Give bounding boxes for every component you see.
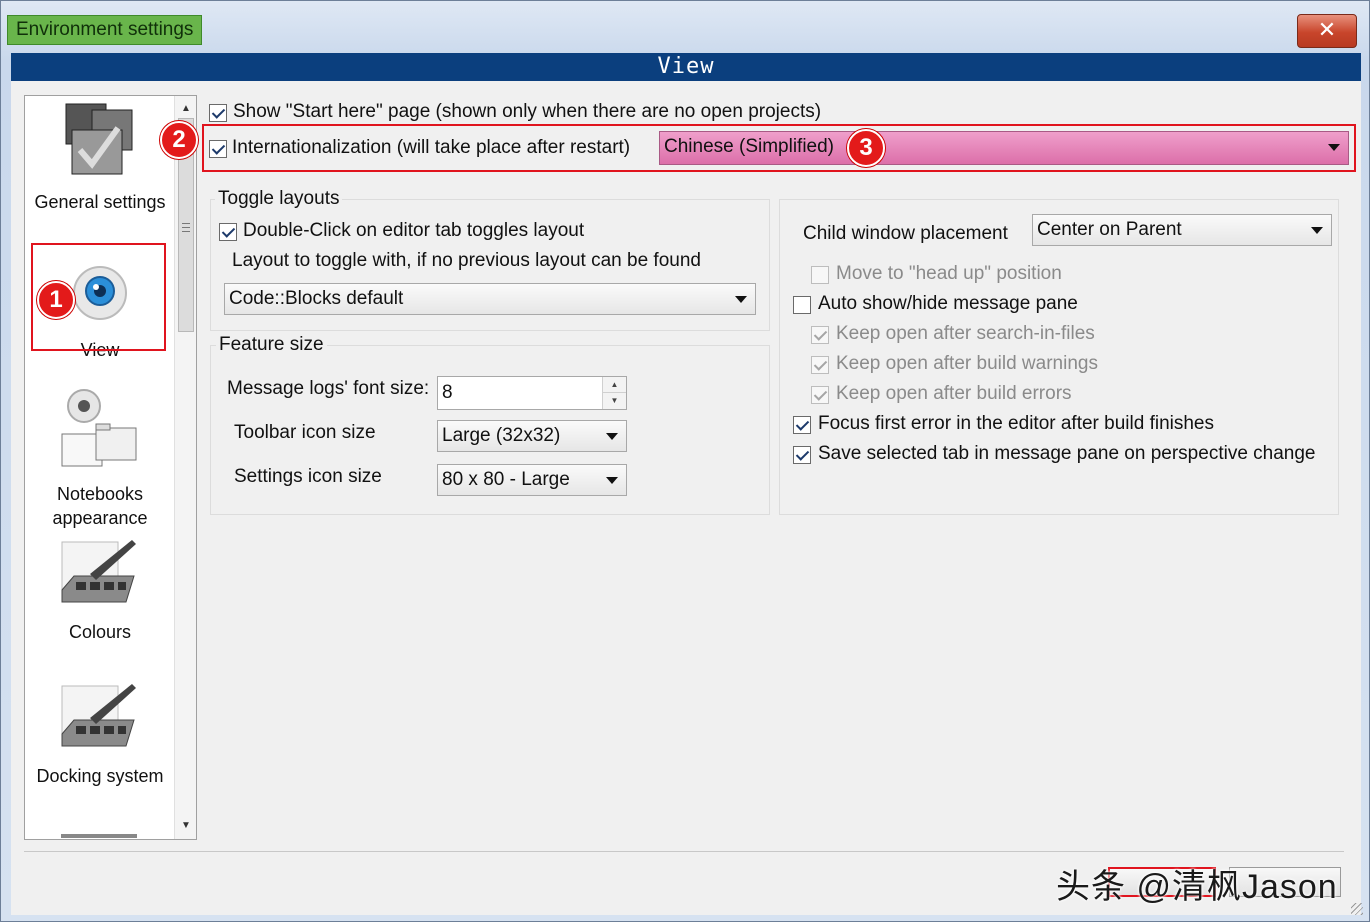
move-head-up-checkbox[interactable] <box>811 266 829 284</box>
settings-icon-size-value: 80 x 80 - Large <box>442 469 570 490</box>
page-title: View <box>11 53 1361 81</box>
resize-grip-icon[interactable] <box>1351 903 1363 915</box>
checkbox-cube-icon <box>65 103 133 175</box>
show-start-here-checkbox[interactable] <box>209 104 227 122</box>
close-button[interactable]: ✕ <box>1297 14 1357 48</box>
layout-select[interactable]: Code::Blocks default <box>224 283 756 315</box>
chevron-down-icon[interactable] <box>606 433 618 440</box>
scroll-up-icon[interactable]: ▲ <box>175 100 196 118</box>
feature-size-title: Feature size <box>216 334 327 356</box>
sidebar-item-colours[interactable]: Colours <box>25 538 175 644</box>
annotation-badge-2: 2 <box>160 121 198 159</box>
font-size-stepper[interactable]: 8 ▲ ▼ <box>437 376 627 410</box>
watermark-text: 头条 @清枫Jason <box>1056 868 1338 906</box>
child-window-placement-select[interactable]: Center on Parent <box>1032 214 1332 246</box>
keep-open-warnings-checkbox[interactable] <box>811 356 829 374</box>
palette-brush-icon <box>61 684 136 747</box>
settings-icon-size-label: Settings icon size <box>234 466 382 487</box>
chevron-down-icon[interactable] <box>606 477 618 484</box>
language-select[interactable]: Chinese (Simplified) <box>659 131 1349 165</box>
focus-first-error-checkbox[interactable] <box>793 416 811 434</box>
toolbar-icon-size-label: Toolbar icon size <box>234 422 376 443</box>
grip-line <box>182 227 190 228</box>
sidebar-item-general-settings[interactable]: General settings <box>25 100 175 214</box>
auto-show-hide-label: Auto show/hide message pane <box>818 293 1078 314</box>
focus-first-error-label: Focus first error in the editor after bu… <box>818 413 1215 434</box>
sidebar-item-label: Docking system <box>36 766 164 786</box>
category-scrollbar[interactable]: ▲ ▼ <box>174 96 196 839</box>
auto-show-hide-checkbox[interactable] <box>793 296 811 314</box>
child-window-placement-label: Child window placement <box>803 223 1008 244</box>
toolbar-icon-size-value: Large (32x32) <box>442 425 561 446</box>
notebooks-icon <box>61 389 137 467</box>
save-selected-tab-checkbox[interactable] <box>793 446 811 464</box>
keep-open-search-label: Keep open after search-in-files <box>836 323 1095 344</box>
annotation-badge-1: 1 <box>37 281 75 319</box>
save-selected-tab-label: Save selected tab in message pane on per… <box>818 443 1316 464</box>
keep-open-errors-checkbox[interactable] <box>811 386 829 404</box>
font-size-label: Message logs' font size: <box>227 378 430 399</box>
language-value: Chinese (Simplified) <box>664 136 835 157</box>
internationalization-label: Internationalization (will take place af… <box>232 137 631 158</box>
settings-icon-size-select[interactable]: 80 x 80 - Large <box>437 464 627 496</box>
show-start-here-label: Show "Start here" page (shown only when … <box>233 101 822 122</box>
sidebar-item-label: Notebooks appearance <box>52 484 148 528</box>
keep-open-warnings-label: Keep open after build warnings <box>836 353 1098 374</box>
window-title: Environment settings <box>7 15 203 45</box>
layout-hint-label: Layout to toggle with, if no previous la… <box>232 250 701 271</box>
sidebar-item-docking-system[interactable]: Docking system <box>25 682 175 788</box>
keep-open-search-checkbox[interactable] <box>811 326 829 344</box>
palette-brush-icon <box>61 540 136 603</box>
internationalization-checkbox[interactable] <box>209 140 227 158</box>
category-list[interactable]: General settings View Notebooks appearan… <box>24 95 197 840</box>
bottom-separator <box>24 851 1344 852</box>
chevron-down-icon[interactable] <box>735 296 747 303</box>
font-size-value: 8 <box>442 382 453 403</box>
grip-line <box>182 231 190 232</box>
decrement-icon[interactable]: ▼ <box>603 393 626 409</box>
chevron-down-icon[interactable] <box>1311 227 1323 234</box>
sidebar-item-label: Colours <box>68 622 132 642</box>
move-head-up-label: Move to "head up" position <box>836 263 1062 284</box>
settings-window: Environment settings ✕ View General sett… <box>0 0 1370 922</box>
window-client: View General settings View Notebooks app… <box>11 53 1361 915</box>
sidebar-item-label: General settings <box>34 192 166 212</box>
increment-icon[interactable]: ▲ <box>603 377 626 393</box>
grip-line <box>182 223 190 224</box>
double-click-toggle-checkbox[interactable] <box>219 223 237 241</box>
child-window-placement-value: Center on Parent <box>1037 219 1182 240</box>
keep-open-errors-label: Keep open after build errors <box>836 383 1072 404</box>
layout-value: Code::Blocks default <box>229 288 404 309</box>
sidebar-item-notebooks-appearance[interactable]: Notebooks appearance <box>25 386 175 530</box>
chevron-down-icon[interactable] <box>1328 144 1340 151</box>
double-click-toggle-label: Double-Click on editor tab toggles layou… <box>243 220 585 241</box>
toolbar-icon-size-select[interactable]: Large (32x32) <box>437 420 627 452</box>
scroll-down-icon[interactable]: ▼ <box>175 817 196 835</box>
next-item-edge <box>61 834 137 838</box>
toggle-layouts-title: Toggle layouts <box>215 188 343 210</box>
stepper-buttons: ▲ ▼ <box>602 377 626 409</box>
annotation-badge-3: 3 <box>847 129 885 167</box>
